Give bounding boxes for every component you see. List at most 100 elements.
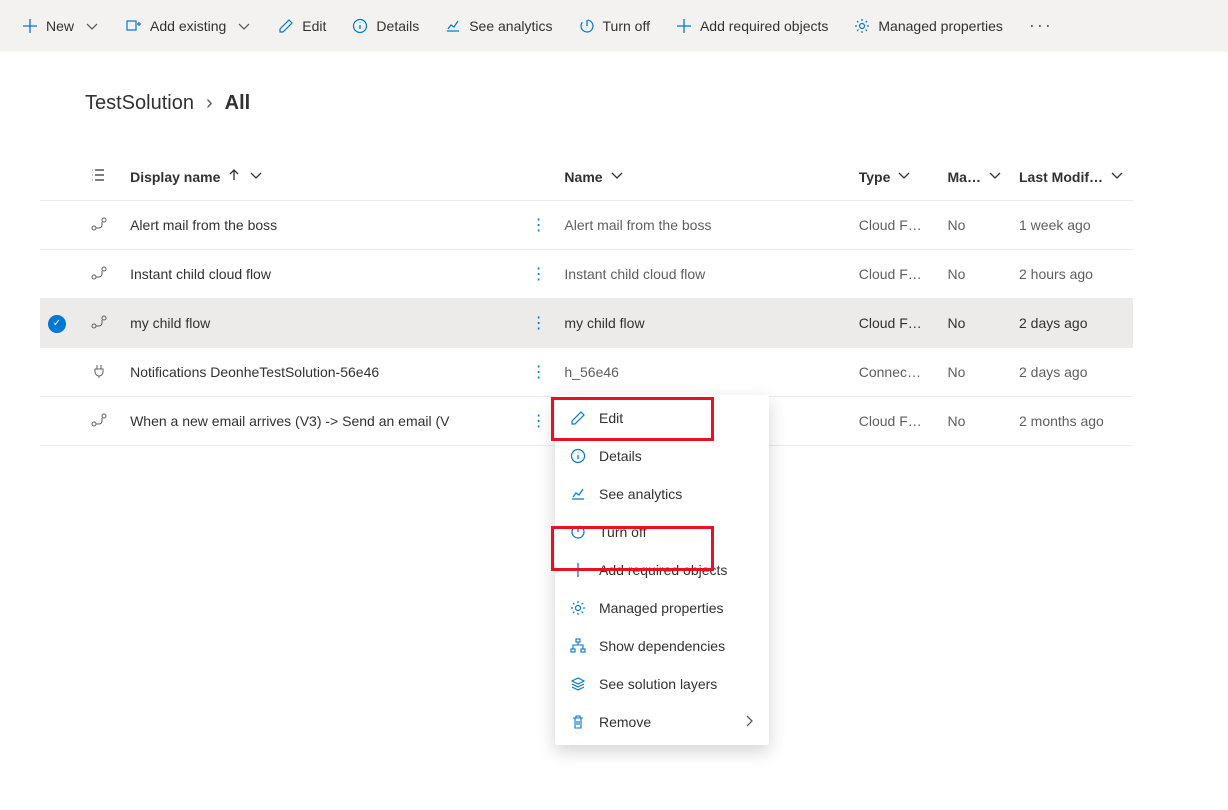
row-managed: No	[940, 348, 1012, 397]
add-required-label: Add required objects	[700, 18, 828, 34]
ctx-show-dependencies[interactable]: Show dependencies	[555, 627, 769, 665]
turn-off-button[interactable]: Turn off	[569, 12, 660, 40]
column-last-modified[interactable]: Last Modif…	[1019, 167, 1125, 186]
row-modified: 2 months ago	[1011, 397, 1133, 446]
row-type-icon	[91, 314, 107, 330]
row-actions-button[interactable]: ⋮	[531, 362, 547, 382]
list-view-icon[interactable]	[91, 170, 107, 186]
see-analytics-button[interactable]: See analytics	[435, 12, 562, 40]
details-button[interactable]: Details	[342, 12, 429, 40]
ctx-managed-properties[interactable]: Managed properties	[555, 589, 769, 627]
ctx-details[interactable]: Details	[555, 437, 769, 475]
ctx-remove[interactable]: Remove	[555, 703, 769, 741]
plus-icon	[569, 561, 587, 579]
row-name: Instant child cloud flow	[556, 250, 850, 299]
row-type: Cloud F…	[851, 397, 940, 446]
info-icon	[352, 18, 368, 34]
row-type-icon	[91, 363, 107, 379]
row-type: Cloud F…	[851, 201, 940, 250]
row-display-name[interactable]: my child flow	[122, 299, 523, 348]
turn-off-label: Turn off	[603, 18, 650, 34]
chart-icon	[569, 485, 587, 503]
row-name: my child flow	[556, 299, 850, 348]
power-icon	[569, 523, 587, 541]
ctx-see-analytics[interactable]: See analytics	[555, 475, 769, 513]
row-modified: 2 days ago	[1011, 348, 1133, 397]
row-type: Cloud F…	[851, 250, 940, 299]
add-existing-label: Add existing	[150, 18, 226, 34]
row-actions-button[interactable]: ⋮	[531, 313, 547, 333]
info-icon	[569, 447, 587, 465]
breadcrumb: TestSolution › All	[85, 92, 1178, 115]
context-menu: Edit Details See analytics Turn off Add …	[555, 395, 769, 745]
row-type-icon	[91, 412, 107, 428]
gear-icon	[854, 18, 870, 34]
sort-up-icon	[226, 167, 242, 186]
row-managed: No	[940, 299, 1012, 348]
trash-icon	[569, 713, 587, 731]
new-button[interactable]: New	[12, 12, 110, 40]
row-modified: 1 week ago	[1011, 201, 1133, 250]
details-label: Details	[376, 18, 419, 34]
row-display-name[interactable]: When a new email arrives (V3) -> Send an…	[122, 397, 523, 446]
row-type: Connec…	[851, 348, 940, 397]
add-required-button[interactable]: Add required objects	[666, 12, 838, 40]
overflow-button[interactable]: ···	[1019, 15, 1063, 36]
gear-icon	[569, 599, 587, 617]
new-label: New	[46, 18, 74, 34]
add-existing-button[interactable]: Add existing	[116, 12, 262, 40]
row-display-name[interactable]: Alert mail from the boss	[122, 201, 523, 250]
ctx-edit[interactable]: Edit	[555, 399, 769, 437]
checkbox-checked-icon[interactable]: ✓	[48, 315, 66, 333]
row-display-name[interactable]: Notifications DeonheTestSolution-56e46	[122, 348, 523, 397]
column-type[interactable]: Type	[859, 167, 913, 186]
table-row[interactable]: ✓my child flow⋮my child flowCloud F…No2 …	[40, 299, 1133, 348]
managed-properties-button[interactable]: Managed properties	[844, 12, 1013, 40]
row-name: h_56e46	[556, 348, 850, 397]
chevron-down-icon	[248, 167, 264, 186]
row-actions-button[interactable]: ⋮	[531, 264, 547, 284]
column-display-name[interactable]: Display name	[130, 167, 264, 186]
row-managed: No	[940, 250, 1012, 299]
breadcrumb-solution[interactable]: TestSolution	[85, 92, 194, 115]
chevron-down-icon	[987, 167, 1003, 186]
ctx-solution-layers[interactable]: See solution layers	[555, 665, 769, 703]
row-managed: No	[940, 397, 1012, 446]
chart-icon	[445, 18, 461, 34]
chevron-down-icon	[1109, 167, 1125, 186]
power-icon	[579, 18, 595, 34]
edit-label: Edit	[302, 18, 326, 34]
table-row[interactable]: Notifications DeonheTestSolution-56e46 ⋮ h…	[40, 348, 1133, 397]
row-actions-button[interactable]: ⋮	[531, 411, 547, 431]
row-type-icon	[91, 265, 107, 281]
row-modified: 2 days ago	[1011, 299, 1133, 348]
chevron-down-icon	[236, 18, 252, 34]
edit-icon	[278, 18, 294, 34]
command-bar: New Add existing Edit Details See analyt…	[0, 0, 1228, 52]
row-type: Cloud F…	[851, 299, 940, 348]
column-managed[interactable]: Ma…	[948, 167, 1003, 186]
plus-icon	[22, 18, 38, 34]
see-analytics-label: See analytics	[469, 18, 552, 34]
layers-icon	[569, 675, 587, 693]
dependencies-icon	[569, 637, 587, 655]
chevron-down-icon	[84, 18, 100, 34]
chevron-down-icon	[609, 167, 625, 186]
ctx-add-required[interactable]: Add required objects	[555, 551, 769, 589]
edit-icon	[569, 409, 587, 427]
managed-properties-label: Managed properties	[878, 18, 1003, 34]
column-name[interactable]: Name	[564, 167, 624, 186]
chevron-right-icon	[741, 713, 757, 732]
chevron-down-icon	[896, 167, 912, 186]
plus-icon	[676, 18, 692, 34]
edit-button[interactable]: Edit	[268, 12, 336, 40]
row-display-name[interactable]: Instant child cloud flow	[122, 250, 523, 299]
row-name: Alert mail from the boss	[556, 201, 850, 250]
table-row[interactable]: Alert mail from the boss ⋮ Alert mail from…	[40, 201, 1133, 250]
breadcrumb-current: All	[225, 92, 251, 115]
row-type-icon	[91, 216, 107, 232]
ctx-turn-off[interactable]: Turn off	[555, 513, 769, 551]
table-row[interactable]: Instant child cloud flow ⋮ Instant child c…	[40, 250, 1133, 299]
add-existing-icon	[126, 18, 142, 34]
row-actions-button[interactable]: ⋮	[531, 215, 547, 235]
